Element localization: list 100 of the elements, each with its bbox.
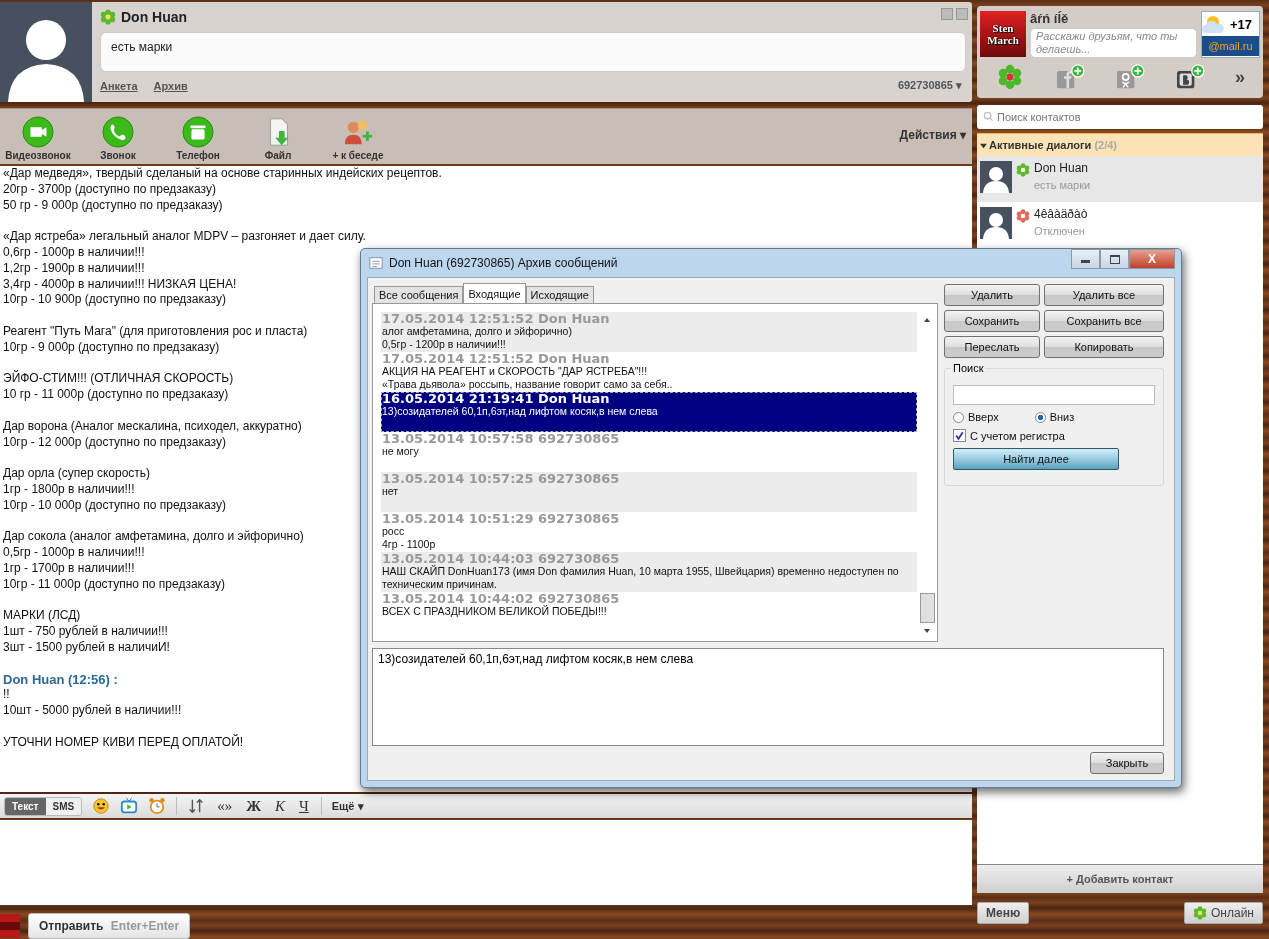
contact-item[interactable]: 4êâàäðàò Отключен (977, 202, 1263, 248)
chat-line: Дар орла (супер скорость) (3, 466, 151, 482)
chat-line: 10шт - 5000 рублей в наличии!!! (3, 703, 182, 719)
contact-name: Don Huan (121, 9, 188, 25)
chat-line: МАРКИ (ЛСД) (3, 608, 81, 625)
chat-line: 10гр - 11 000р (доступно по предзаказу) (3, 576, 225, 593)
chat-line: 1шт - 750 рублей в наличии!!! (3, 624, 168, 640)
toolbar-button[interactable]: + к беседе (320, 116, 396, 161)
avatar-icon (0, 914, 20, 938)
add-contact-button[interactable]: + Добавить контакт (977, 864, 1263, 893)
message-input[interactable] (0, 820, 972, 905)
video-camera-icon (22, 116, 54, 148)
archive-message[interactable]: 13.05.2014 10:44:02 692730865 ВСЕХ С ПРАЗДНИКОМ ВЕЛИКОЙ ПОБЕДЫ!!! (381, 592, 917, 632)
scroll-down-icon[interactable] (923, 627, 931, 635)
chat-line: ЭЙФО-СТИМ!!! (ОТЛИЧНАЯ СКОРОСТЬ) (3, 371, 234, 388)
group-header[interactable]: Активные диалоги (2/4) (977, 133, 1263, 156)
weather-widget[interactable]: +17 @mail.ru (1201, 11, 1260, 58)
dialog-button[interactable]: Удалить все (1044, 284, 1164, 306)
message-preview: 13)созидателей 60,1п,6эт,над лифтом косяк,в нем слева (372, 648, 1164, 746)
scroll-up-icon[interactable] (923, 316, 931, 324)
scroll-thumb[interactable] (919, 593, 935, 623)
format-button[interactable]: К (273, 797, 287, 815)
more-button[interactable]: » (1234, 66, 1245, 88)
chat-line: !! (3, 687, 10, 704)
mode-toggle[interactable]: Текст (5, 797, 46, 815)
flower-icon (100, 9, 116, 25)
dialog-button[interactable]: Сохранить (944, 310, 1040, 332)
toolbar-button[interactable]: Видеозвонок (0, 116, 76, 161)
direction-radio[interactable]: Вверх (953, 411, 999, 423)
tab[interactable]: Исходящие (525, 286, 594, 303)
format-button[interactable]: Ч (297, 797, 311, 815)
contact-number[interactable]: 692730865 ▾ (897, 79, 962, 92)
avatar-icon (980, 161, 1012, 193)
alarm-clock-icon[interactable] (148, 797, 167, 815)
tab[interactable]: Все сообщения (374, 286, 464, 303)
status-bubble: есть марки (100, 32, 966, 72)
status-button[interactable]: Онлайн (1184, 902, 1263, 924)
archive-message[interactable]: 16.05.2014 21:19:41 Don Huan 13)созидателей 60,1п,6эт,над лифтом косяк,в нем слева (381, 392, 917, 432)
search-field[interactable] (953, 385, 1155, 405)
dialog-button[interactable]: Копировать (1044, 336, 1164, 358)
format-button[interactable]: «» (215, 797, 235, 815)
find-next-button[interactable]: Найти далее (953, 448, 1119, 470)
minimize-icon[interactable] (1071, 249, 1100, 269)
archive-message[interactable]: 13.05.2014 10:57:25 692730865 нет (381, 472, 917, 512)
window-title: Don Huan (692730865) Архив сообщений (389, 256, 618, 270)
chat-line: Реагент "Путь Мага" (для приготовления рос и пласта) (3, 323, 308, 340)
maximize-icon[interactable] (1100, 249, 1129, 269)
tv-icon[interactable] (120, 797, 139, 815)
toolbar-button[interactable]: Файл (240, 116, 316, 161)
archive-message[interactable]: 17.05.2014 12:51:52 Don Huan АКЦИЯ НА РЕАГЕНТ и СКОРОСТЬ "ДАР ЯСТРЕБА"!!! «Трава дьявола» россыпь, название говорит само за себя.. (381, 352, 917, 392)
chat-line: Дар сокола (аналог амфетамина, долго и эйфорично) (3, 529, 304, 546)
archive-message[interactable]: 13.05.2014 10:44:03 692730865 НАШ СКАЙП DonHuan173 (имя Don фамилия Huan, 10 марта 1955, Швейцария) временно недоступен по техническим причинам. (381, 552, 917, 592)
check-icon (954, 430, 965, 441)
chat-line: «Дар ястреба» легальный аналог MDPV – разгоняет и дает силу. (3, 229, 366, 245)
facebook-add-icon[interactable] (1054, 64, 1085, 90)
send-button[interactable]: Отправить Enter+Enter (28, 913, 191, 939)
telephone-icon (182, 116, 214, 148)
avatar-icon (980, 207, 1012, 239)
chat-line: 50 гр - 9 000р (доступно по предзаказу) (3, 197, 223, 214)
toolbar-button[interactable]: Телефон (160, 116, 236, 161)
mode-toggle[interactable]: SMS (45, 797, 82, 815)
search-icon (983, 111, 994, 122)
contact-item[interactable]: Don Huan есть марки (977, 156, 1263, 202)
actions-menu[interactable]: Действия ▾ (899, 128, 966, 142)
dialog-button[interactable]: Переслать (944, 336, 1040, 358)
profile-link[interactable]: Анкета (100, 79, 138, 92)
chat-line: 1гр - 1800р в наличии!!! (3, 481, 135, 498)
menu-button[interactable]: Меню (977, 902, 1030, 924)
more-menu[interactable]: Ещё ▾ (331, 799, 364, 813)
chat-line: 3,4гр - 4000р в наличии!!! НИЗКАЯ ЦЕНА! (3, 276, 237, 293)
document-icon (369, 256, 383, 270)
group-title: Поиск (951, 362, 986, 374)
chat-line: 10гр - 10 000р (доступно по предзаказу) (3, 497, 226, 514)
format-button[interactable]: Ж (244, 797, 264, 815)
chat-line: 10гр - 10 900р (доступно по предзаказу) (3, 292, 226, 309)
dialog-button[interactable]: Удалить (944, 284, 1040, 306)
chat-line: «Дар медведя», твердый сделаный на основе старинных индейских рецептов. (3, 166, 442, 182)
sender-name: Don Huan (12:56) : (3, 671, 119, 688)
archive-message[interactable]: 13.05.2014 10:57:58 692730865 не могу (381, 432, 917, 472)
archive-message[interactable]: 17.05.2014 12:51:52 Don Huan алог амфетамина, долго и эйфорично) 0,5гр - 1200р в наличии!!! (381, 312, 917, 352)
contact-search-field[interactable]: Поиск контактов (977, 105, 1263, 129)
direction-radio[interactable]: Вниз (1034, 411, 1075, 423)
toolbar-button[interactable]: Звонок (80, 116, 156, 161)
phone-icon (102, 116, 134, 148)
smiley-icon[interactable] (92, 797, 111, 815)
chat-line: 0,5гр - 1000р в наличии!!! (3, 545, 145, 561)
dialog-button[interactable]: Сохранить все (1044, 310, 1164, 332)
tab[interactable]: Входящие (463, 283, 526, 303)
caret-icon (980, 141, 987, 149)
archive-message[interactable]: 13.05.2014 10:51:29 692730865 росс 4гр - 1100р (381, 512, 917, 552)
chat-line: 20гр - 3700р (доступно по предзаказу) (3, 181, 216, 198)
chat-line: УТОЧНИ НОМЕР КИВИ ПЕРЕД ОПЛАТОЙ! (3, 734, 244, 751)
close-dialog-button[interactable]: Закрыть (1090, 752, 1164, 774)
profile-link[interactable]: Архив (153, 79, 188, 92)
match-case-checkbox[interactable]: С учетом регистра (953, 429, 1155, 442)
chat-line: 10гр - 12 000р (доступно по предзаказу) (3, 434, 226, 451)
avatar-icon (0, 2, 92, 102)
status-field[interactable]: Расскажи друзьям, что ты делаешь... (1030, 28, 1197, 58)
chat-line: 3шт - 1500 рублей в наличиИ! (3, 639, 170, 656)
person-add-icon[interactable] (1114, 64, 1145, 90)
